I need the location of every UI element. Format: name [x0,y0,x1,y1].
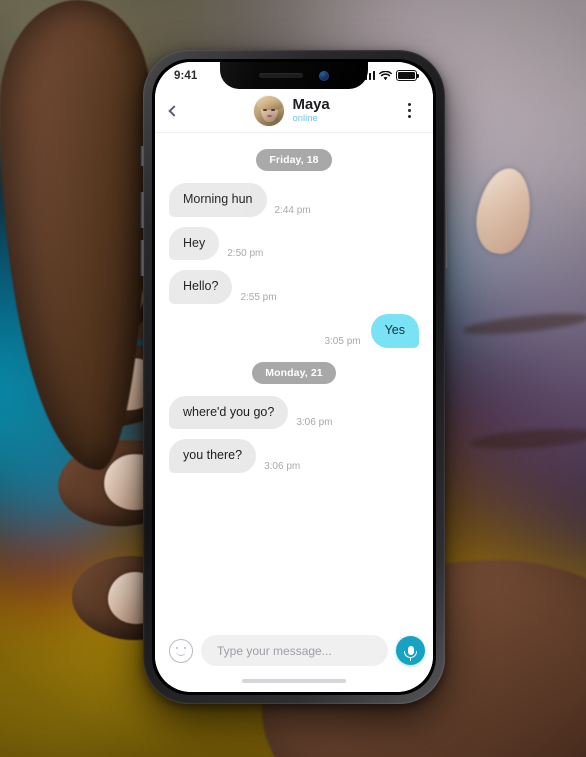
date-separator: Friday, 18 [169,149,419,171]
date-pill: Monday, 21 [252,361,336,384]
thumbnail [470,164,538,258]
chevron-left-icon [168,104,180,117]
microphone-icon [404,646,417,661]
more-vertical-icon-dot [407,103,411,107]
power-button[interactable] [444,210,448,268]
incoming-message-bubble[interactable]: Morning hun [169,183,267,217]
front-camera-icon [319,70,329,81]
more-vertical-icon-dot [407,109,411,112]
more-options-button[interactable] [397,96,421,126]
message-row: Morning hun 2:44 pm [169,183,419,217]
thumb-crease [461,309,586,339]
contact-status: online [292,113,318,125]
phone-screen: 9:41 Maya online Friday, 18 Morning hun … [155,62,433,692]
smartphone-device: 9:41 Maya online Friday, 18 Morning hun … [140,50,448,704]
message-timestamp: 2:50 pm [227,248,264,260]
status-bar-time: 9:41 [174,69,198,82]
incoming-message-bubble[interactable]: you there? [169,439,257,473]
message-timestamp: 3:06 pm [296,417,333,429]
message-timestamp: 2:55 pm [240,291,277,303]
home-indicator[interactable] [242,679,346,683]
thumb [0,0,150,470]
smiley-face-icon[interactable] [169,638,193,663]
contact-info[interactable]: Maya online [187,95,397,126]
message-row: Hey 2:50 pm [169,226,419,261]
contact-text: Maya online [292,95,330,125]
date-pill: Friday, 18 [256,149,332,171]
volume-down-button[interactable] [140,240,144,276]
contact-name: Maya [292,95,330,113]
status-bar-icons [361,70,420,81]
message-timestamp: 2:44 pm [274,204,311,216]
volume-up-button[interactable] [140,192,144,228]
scene: 9:41 Maya online Friday, 18 Morning hun … [0,0,586,757]
thumb-crease [469,425,586,453]
outgoing-message-bubble[interactable]: Yes [370,313,419,348]
chat-header: Maya online [155,89,433,133]
wifi-icon [379,70,392,80]
incoming-message-bubble[interactable]: Hey [169,226,220,261]
message-row: you there? 3:06 pm [169,439,419,473]
message-timestamp: 3:05 pm [324,335,361,347]
message-list[interactable]: Friday, 18 Morning hun 2:44 pm Hey 2:50 pm He… [155,133,433,626]
message-composer [155,626,433,670]
battery-icon [396,70,420,81]
silent-switch[interactable] [140,146,144,166]
incoming-message-bubble[interactable]: where'd you go? [169,395,289,430]
more-vertical-icon-dot [407,114,411,118]
message-row: Hello? 2:55 pm [169,270,419,304]
message-timestamp: 3:06 pm [264,460,301,472]
home-indicator-area [155,670,433,692]
message-row: 3:05 pm Yes [169,313,419,348]
avatar[interactable] [254,95,285,126]
phone-bezel: 9:41 Maya online Friday, 18 Morning hun … [152,59,436,695]
microphone-button[interactable] [396,636,425,665]
date-separator: Monday, 21 [169,361,419,384]
message-row: where'd you go? 3:06 pm [169,395,419,430]
display-notch [220,62,368,89]
earpiece-speaker-icon [259,73,303,78]
incoming-message-bubble[interactable]: Hello? [169,270,233,304]
message-input[interactable] [201,635,388,666]
